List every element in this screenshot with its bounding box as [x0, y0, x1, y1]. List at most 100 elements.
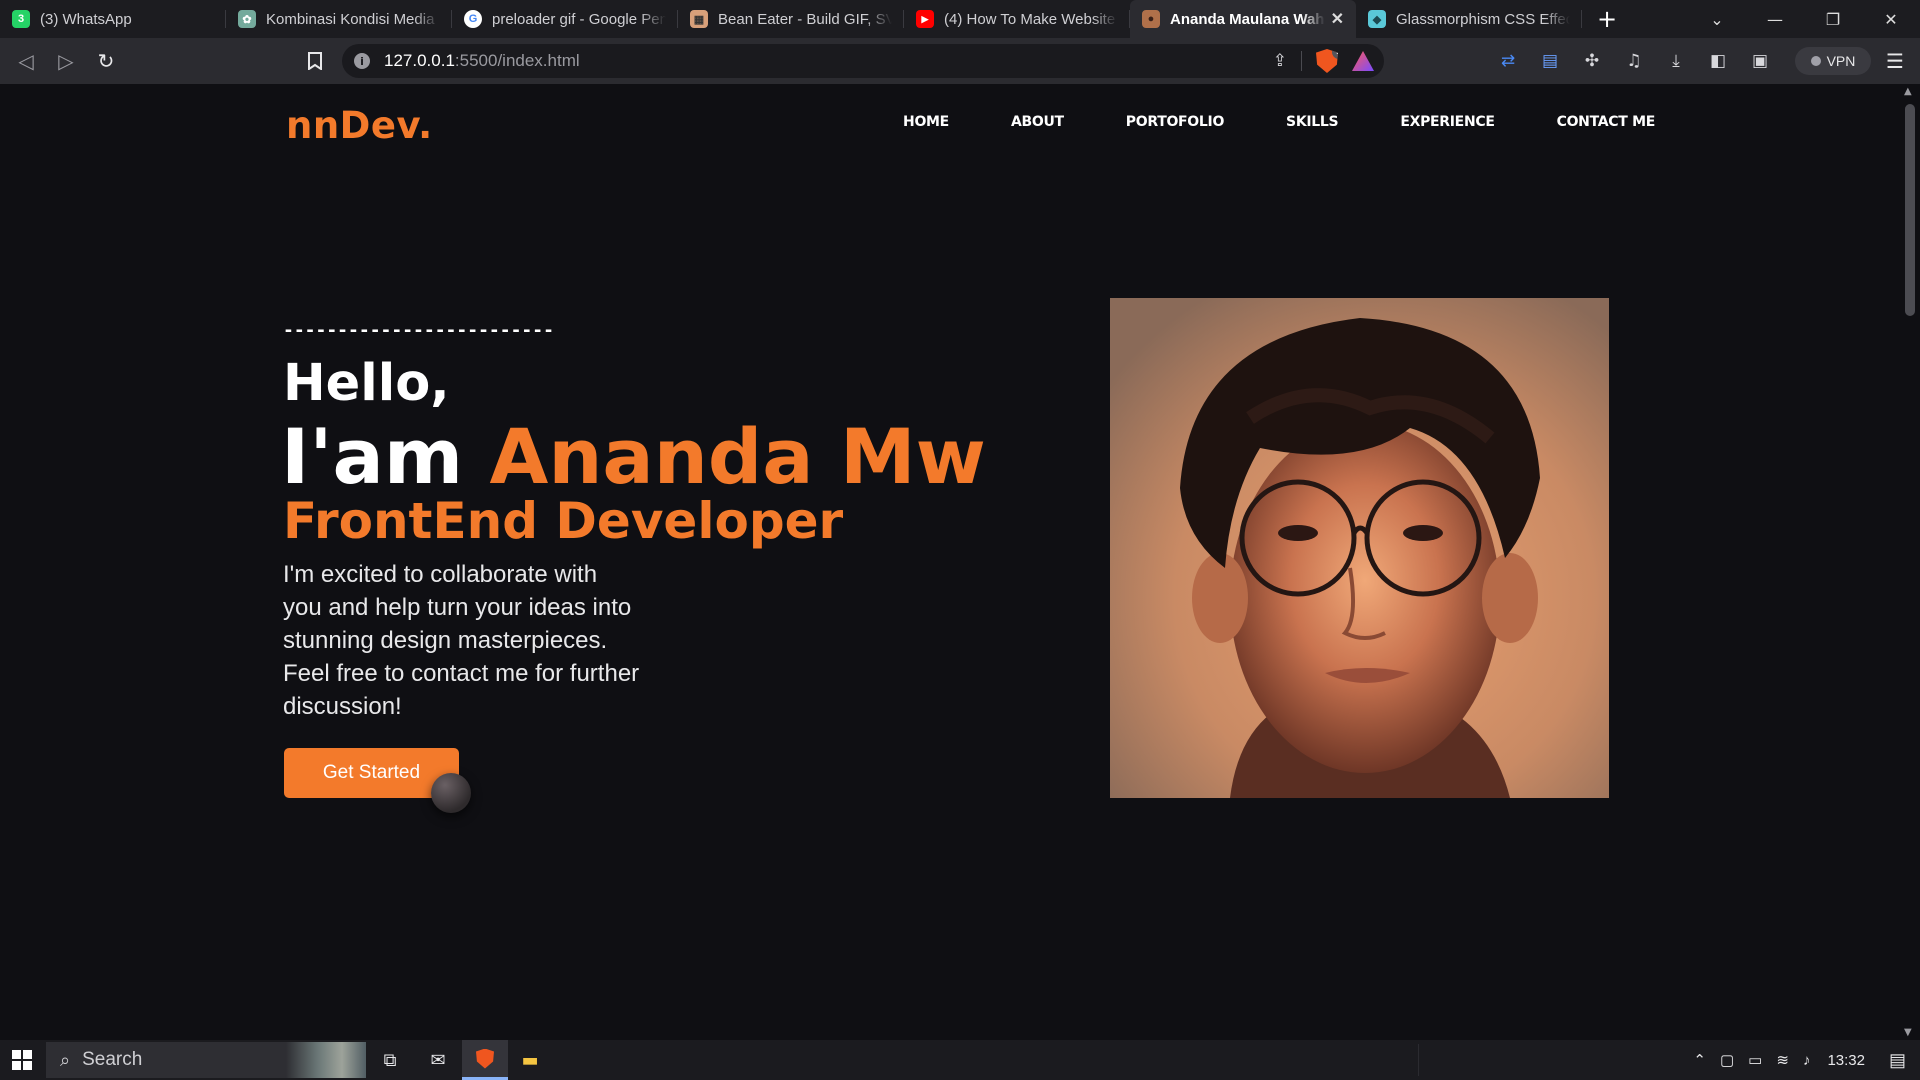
notifications-icon[interactable]: ▤: [1881, 1050, 1920, 1071]
page-scrollbar[interactable]: ▲ ▼: [1900, 84, 1920, 1040]
tab-bean-eater[interactable]: ▦ Bean Eater - Build GIF, SVG: [678, 0, 904, 38]
meet-now-icon[interactable]: ▢: [1713, 1051, 1741, 1069]
close-window-icon[interactable]: ✕: [1862, 0, 1920, 38]
nav-portofolio[interactable]: PORTOFOLIO: [1126, 114, 1225, 130]
url-host: 127.0.0.1: [384, 51, 455, 70]
url-path: :5500/index.html: [454, 51, 580, 70]
hero-iam: I'am: [281, 412, 464, 501]
volume-icon[interactable]: ♪: [1796, 1052, 1818, 1069]
nav-skills[interactable]: SKILLS: [1286, 114, 1339, 130]
taskbar-divider: [1418, 1044, 1419, 1076]
document-icon[interactable]: ▤: [1538, 49, 1562, 73]
tab-whatsapp[interactable]: 3 (3) WhatsApp: [0, 0, 226, 38]
vpn-label: VPN: [1826, 53, 1856, 69]
tab-label: (3) WhatsApp: [40, 10, 132, 28]
download-icon[interactable]: ⤓: [1664, 49, 1688, 73]
vpn-button[interactable]: VPN: [1795, 47, 1871, 75]
sidebar-icon[interactable]: ◧: [1706, 49, 1730, 73]
address-bar-actions: ⇪ 5 1: [1273, 44, 1374, 78]
task-view-icon[interactable]: ⧉: [367, 1040, 413, 1080]
battery-icon[interactable]: ▭: [1741, 1051, 1769, 1069]
tab-google[interactable]: G preloader gif - Google Pen: [452, 0, 678, 38]
file-explorer-icon[interactable]: ▬: [507, 1040, 553, 1080]
browser-toolbar: ◁ ▷ ↻ i 127.0.0.1 :5500/index.html ⇪ 5 1…: [0, 38, 1920, 84]
whatsapp-icon: 3: [12, 10, 30, 28]
scroll-up-icon[interactable]: ▲: [1904, 86, 1912, 97]
restore-icon[interactable]: ❐: [1804, 0, 1862, 38]
loadingio-icon: ▦: [690, 10, 708, 28]
system-tray: ⌃ ▢ ▭ ≋ ♪ 13:32 ▤: [1686, 1040, 1920, 1080]
share-icon[interactable]: ⇪: [1273, 51, 1287, 71]
bookmark-icon[interactable]: [300, 46, 330, 76]
decorative-dash-line: -------------------------: [283, 320, 554, 341]
site-info-icon[interactable]: i: [354, 53, 370, 69]
tab-label: (4) How To Make Website F: [944, 10, 1118, 28]
tab-glassmorphism[interactable]: ◆ Glassmorphism CSS Effect G: [1356, 0, 1582, 38]
profile-photo: [1110, 298, 1609, 798]
tab-active-portfolio[interactable]: ● Ananda Maulana Wahy ✕: [1130, 0, 1356, 38]
mail-icon[interactable]: ✉: [415, 1040, 461, 1080]
nav-experience[interactable]: EXPERIENCE: [1400, 114, 1495, 130]
tab-label: Glassmorphism CSS Effect G: [1396, 10, 1570, 28]
brave-taskbar-icon[interactable]: [462, 1040, 508, 1080]
wifi-icon[interactable]: ≋: [1769, 1051, 1796, 1069]
site-logo[interactable]: nnDev.: [286, 104, 433, 147]
tab-youtube[interactable]: ▶ (4) How To Make Website F: [904, 0, 1130, 38]
hero-headline: I'am Ananda Mw: [281, 412, 986, 501]
scroll-down-icon[interactable]: ▼: [1904, 1027, 1912, 1038]
back-icon[interactable]: ◁: [6, 41, 46, 81]
nav-home[interactable]: HOME: [903, 114, 949, 130]
minimize-icon[interactable]: —: [1746, 0, 1804, 38]
tab-kombinasi[interactable]: ✿ Kombinasi Kondisi Media: [226, 0, 452, 38]
tab-label: Ananda Maulana Wahy: [1170, 10, 1325, 28]
desc-line: I'm excited to collaborate with: [283, 561, 598, 588]
search-icon: ⌕: [60, 1049, 71, 1070]
profile-favicon: ●: [1142, 10, 1160, 28]
google-icon: G: [464, 10, 482, 28]
desc-line: you and help turn your ideas into: [283, 594, 632, 621]
rewards-badge: 1: [1368, 51, 1374, 61]
address-bar[interactable]: i 127.0.0.1 :5500/index.html ⇪ 5 1: [342, 44, 1384, 78]
glass-icon: ◆: [1368, 10, 1386, 28]
windows-start-icon[interactable]: [0, 1040, 44, 1080]
window-controls: ⌄ — ❐ ✕: [1688, 0, 1920, 38]
vpn-status-icon: [1810, 56, 1821, 66]
tab-label: Kombinasi Kondisi Media: [266, 10, 435, 28]
hero-greeting: Hello,: [283, 354, 450, 413]
media-icon[interactable]: ♫: [1622, 49, 1646, 73]
decorative-ball: [431, 773, 471, 813]
search-highlight-image: [286, 1042, 366, 1078]
desc-line: Feel free to contact me for further: [283, 660, 640, 687]
desc-line: discussion!: [283, 693, 402, 720]
site-nav: HOME ABOUT PORTOFOLIO SKILLS EXPERIENCE …: [903, 114, 1655, 130]
brave-shields-icon[interactable]: 5: [1316, 49, 1338, 73]
menu-icon[interactable]: ☰: [1880, 46, 1910, 76]
chatgpt-icon: ✿: [238, 10, 256, 28]
forward-icon[interactable]: ▷: [46, 41, 86, 81]
scrollbar-thumb[interactable]: [1905, 104, 1915, 316]
hero-name: Ananda Mw: [489, 412, 986, 501]
clock[interactable]: 13:32: [1817, 1052, 1881, 1069]
reload-icon[interactable]: ↻: [86, 41, 126, 81]
desc-line: stunning design masterpieces.: [283, 627, 608, 654]
tab-label: Bean Eater - Build GIF, SVG: [718, 10, 892, 28]
translate-icon[interactable]: ⇄: [1496, 49, 1520, 73]
close-tab-icon[interactable]: ✕: [1331, 9, 1344, 29]
hero-description: I'm excited to collaborate with you and …: [283, 558, 703, 723]
taskbar: ⌕ Search ⧉ ✉ ▬ ⌃ ▢ ▭ ≋ ♪ 13:32 ▤: [0, 1040, 1920, 1080]
show-hidden-icons-icon[interactable]: ⌃: [1686, 1051, 1713, 1069]
page-viewport: nnDev. HOME ABOUT PORTOFOLIO SKILLS EXPE…: [0, 84, 1900, 1040]
brave-rewards-icon[interactable]: 1: [1352, 51, 1374, 71]
nav-about[interactable]: ABOUT: [1011, 114, 1064, 130]
tab-search-chevron-icon[interactable]: ⌄: [1688, 0, 1746, 38]
taskbar-search[interactable]: ⌕ Search: [46, 1042, 366, 1078]
wallet-icon[interactable]: ▣: [1748, 49, 1772, 73]
extensions-icon[interactable]: ✣: [1580, 49, 1604, 73]
new-tab-button[interactable]: +: [1582, 0, 1632, 38]
tab-strip: 3 (3) WhatsApp ✿ Kombinasi Kondisi Media…: [0, 0, 1920, 38]
shields-count-badge: 5: [1332, 49, 1338, 59]
divider: [1301, 51, 1302, 71]
tab-label: preloader gif - Google Pen: [492, 10, 666, 28]
nav-contact-me[interactable]: CONTACT ME: [1557, 114, 1656, 130]
search-placeholder: Search: [82, 1049, 143, 1070]
